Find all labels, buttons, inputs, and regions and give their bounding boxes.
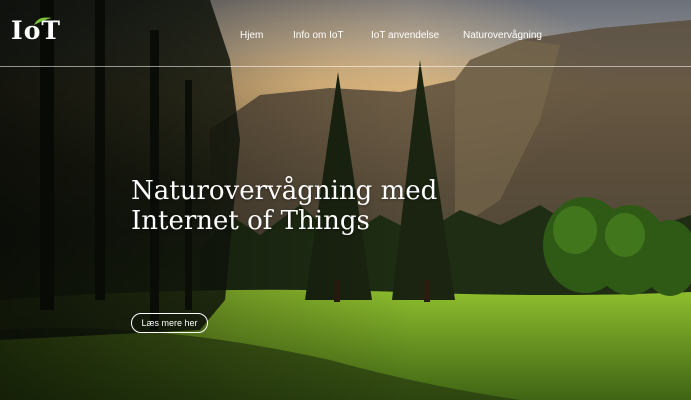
nav-item-naturovervagning[interactable]: Naturovervågning [463,30,542,41]
hero-title-line-1: Naturovervågning med [131,176,438,206]
main-navigation: Hjem Info om IoT IoT anvendelse Naturove… [0,30,691,44]
nav-item-iot-anvendelse[interactable]: IoT anvendelse [371,30,439,41]
top-navbar: IoT Hjem Info om IoT IoT anvendelse Natu… [0,0,691,67]
hero-title-line-2: Internet of Things [131,206,370,236]
read-more-button[interactable]: Læs mere her [131,313,208,333]
hero-title: Naturovervågning med Internet of Things [131,176,551,236]
nav-item-info-om-iot[interactable]: Info om IoT [293,30,344,41]
sprout-leaf-icon [32,13,54,31]
nav-item-hjem[interactable]: Hjem [240,30,263,41]
